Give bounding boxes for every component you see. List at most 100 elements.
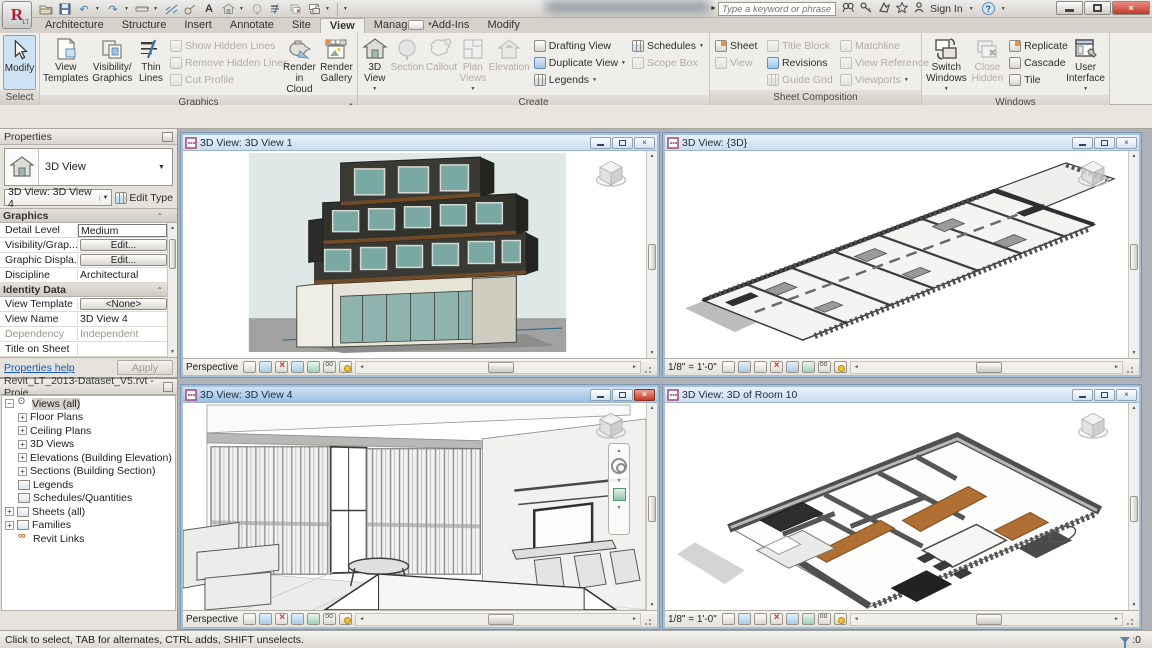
viewport-close-button[interactable]: × (634, 137, 655, 149)
tab-site[interactable]: Site (283, 18, 320, 33)
ribbon-display-dropdown-icon[interactable]: ▼ (427, 22, 433, 28)
zoom-tool-icon[interactable] (613, 488, 626, 501)
shadows-icon[interactable] (738, 361, 751, 373)
sign-in-label[interactable]: Sign In (930, 3, 963, 15)
view-scale-label[interactable]: Perspective (186, 362, 238, 373)
maximize-button[interactable] (1084, 1, 1111, 15)
horizontal-scrollbar[interactable]: ◄ ► (850, 613, 1123, 626)
replicate-button[interactable]: Replicate (1007, 38, 1063, 54)
selection-filter-count[interactable]: :0 (1132, 634, 1141, 646)
minimize-button[interactable] (1056, 1, 1083, 15)
viewport-3d-of-room-10[interactable]: 3D View: 3D of Room 10 × (663, 385, 1141, 629)
scrollbar-thumb[interactable] (488, 362, 514, 373)
tab-modify[interactable]: Modify (478, 18, 528, 33)
scrollbar-thumb[interactable] (976, 614, 1002, 625)
properties-scrollbar[interactable]: ▲ ▼ (167, 223, 177, 357)
guide-grid-button[interactable]: Guide Grid (765, 72, 836, 88)
scroll-down-icon[interactable]: ▼ (1129, 348, 1139, 358)
view-scale-label[interactable]: 1/8" = 1'-0" (668, 362, 717, 373)
redo-dropdown-icon[interactable]: ▼ (124, 6, 131, 12)
vertical-scrollbar[interactable]: ▲ ▼ (1128, 403, 1139, 610)
render-in-cloud-button[interactable]: Render in Cloud (282, 35, 317, 95)
view-templates-button[interactable]: View Templates (43, 35, 89, 95)
open-icon[interactable] (38, 2, 54, 17)
tile-button[interactable]: Tile (1007, 72, 1063, 88)
scroll-up-icon[interactable]: ▲ (647, 151, 657, 161)
shadows-icon[interactable] (738, 613, 751, 625)
cascade-button[interactable]: Cascade (1007, 55, 1063, 71)
user-interface-caret-icon[interactable]: ▼ (1083, 84, 1088, 95)
show-crop-region-icon[interactable] (291, 613, 304, 625)
scrollbar-thumb[interactable] (1130, 244, 1138, 270)
scrollbar-thumb[interactable] (976, 362, 1002, 373)
close-hidden-button[interactable]: Close Hidden (970, 35, 1005, 95)
section-icon[interactable] (249, 2, 265, 17)
viewport-minimize-button[interactable] (590, 389, 611, 401)
viewport-close-button[interactable]: × (634, 389, 655, 401)
duplicate-view-button[interactable]: Duplicate View▼ (532, 55, 628, 71)
crop-view-icon[interactable] (770, 361, 783, 373)
favorites-star-icon[interactable] (896, 2, 908, 16)
resize-grip[interactable] (644, 361, 654, 374)
instance-selector-caret-icon[interactable]: ▼ (99, 195, 112, 201)
filter-icon[interactable] (1120, 637, 1130, 643)
vertical-scrollbar[interactable]: ▲ ▼ (646, 151, 657, 358)
tree-item-3d-views[interactable]: +3D Views (2, 438, 175, 452)
scroll-left-icon[interactable]: ◄ (356, 364, 367, 370)
undo-icon[interactable]: ↶ (76, 2, 92, 17)
help-dropdown-icon[interactable]: ▼ (1001, 6, 1008, 12)
type-selector[interactable]: 3D View ▼ (4, 148, 173, 186)
expand-icon[interactable]: + (18, 453, 27, 462)
ribbon-display-toggle-icon[interactable] (408, 20, 424, 30)
viewport-canvas-axon[interactable] (665, 151, 1128, 358)
viewport-3d-view-4-active[interactable]: 3D View: 3D View 4 × (181, 385, 659, 629)
viewport-title-bar[interactable]: 3D View: 3D of Room 10 × (665, 387, 1139, 403)
viewport-canvas-interior[interactable]: ▲ ▼ ▼ (183, 403, 646, 610)
shadows-icon[interactable] (259, 613, 272, 625)
tree-item-legends[interactable]: Legends (2, 478, 175, 492)
unlock-3d-view-icon[interactable] (802, 361, 815, 373)
crop-view-icon[interactable] (275, 361, 288, 373)
project-browser-header[interactable]: Revit_LT_2013-Dataset_V5.rvt - Proje... (0, 379, 177, 395)
modify-button[interactable]: Modify (3, 35, 36, 90)
revisions-button[interactable]: Revisions (765, 55, 836, 71)
switch-windows-button[interactable]: Switch Windows▼ (925, 35, 968, 95)
section-collapse-icon[interactable]: ⌃ (156, 284, 163, 298)
close-button[interactable]: × (1112, 1, 1150, 15)
cut-profile-button[interactable]: Cut Profile (168, 72, 280, 88)
scope-box-button[interactable]: Scope Box (630, 55, 706, 71)
render-gallery-button[interactable]: Render Gallery (319, 35, 354, 95)
type-selector-caret-icon[interactable]: ▼ (158, 164, 172, 171)
resize-grip[interactable] (644, 613, 654, 626)
3d-view-split-caret-icon[interactable]: ▼ (372, 84, 377, 95)
visual-style-icon[interactable] (722, 361, 735, 373)
view-template-button[interactable]: <None> (80, 298, 167, 310)
visibility-edit-button[interactable]: Edit... (80, 239, 167, 251)
search-expand-icon[interactable]: ► (710, 5, 717, 12)
properties-palette-header[interactable]: Properties (0, 129, 177, 145)
expand-icon[interactable]: + (18, 440, 27, 449)
scroll-left-icon[interactable]: ◄ (356, 616, 367, 622)
viewport-3d-default[interactable]: 3D View: {3D} × (663, 133, 1141, 377)
communication-center-icon[interactable] (878, 2, 890, 16)
temporary-hide-isolate-icon[interactable] (323, 613, 336, 625)
apply-button[interactable]: Apply (117, 360, 173, 375)
scroll-up-icon[interactable]: ▲ (1129, 151, 1139, 161)
show-crop-region-icon[interactable] (291, 361, 304, 373)
scroll-down-icon[interactable]: ▼ (647, 600, 657, 610)
scrollbar-thumb[interactable] (488, 614, 514, 625)
tree-item-ceiling-plans[interactable]: +Ceiling Plans (2, 424, 175, 438)
tree-item-families[interactable]: +Families (2, 519, 175, 533)
plan-views-button[interactable]: Plan Views▼ (459, 35, 487, 95)
user-interface-button[interactable]: User Interface▼ (1065, 35, 1106, 95)
navbar-collapse-icon[interactable]: ▲ (617, 448, 622, 454)
scroll-down-icon[interactable]: ▼ (647, 348, 657, 358)
tree-item-sections[interactable]: +Sections (Building Section) (2, 465, 175, 479)
drafting-view-button[interactable]: Drafting View (532, 38, 628, 54)
tab-insert[interactable]: Insert (175, 18, 221, 33)
browser-undock-icon[interactable] (163, 382, 173, 392)
undo-dropdown-icon[interactable]: ▼ (95, 6, 102, 12)
scrollbar-thumb[interactable] (1130, 496, 1138, 522)
crop-view-icon[interactable] (770, 613, 783, 625)
detail-level-value[interactable]: Medium (78, 224, 167, 237)
